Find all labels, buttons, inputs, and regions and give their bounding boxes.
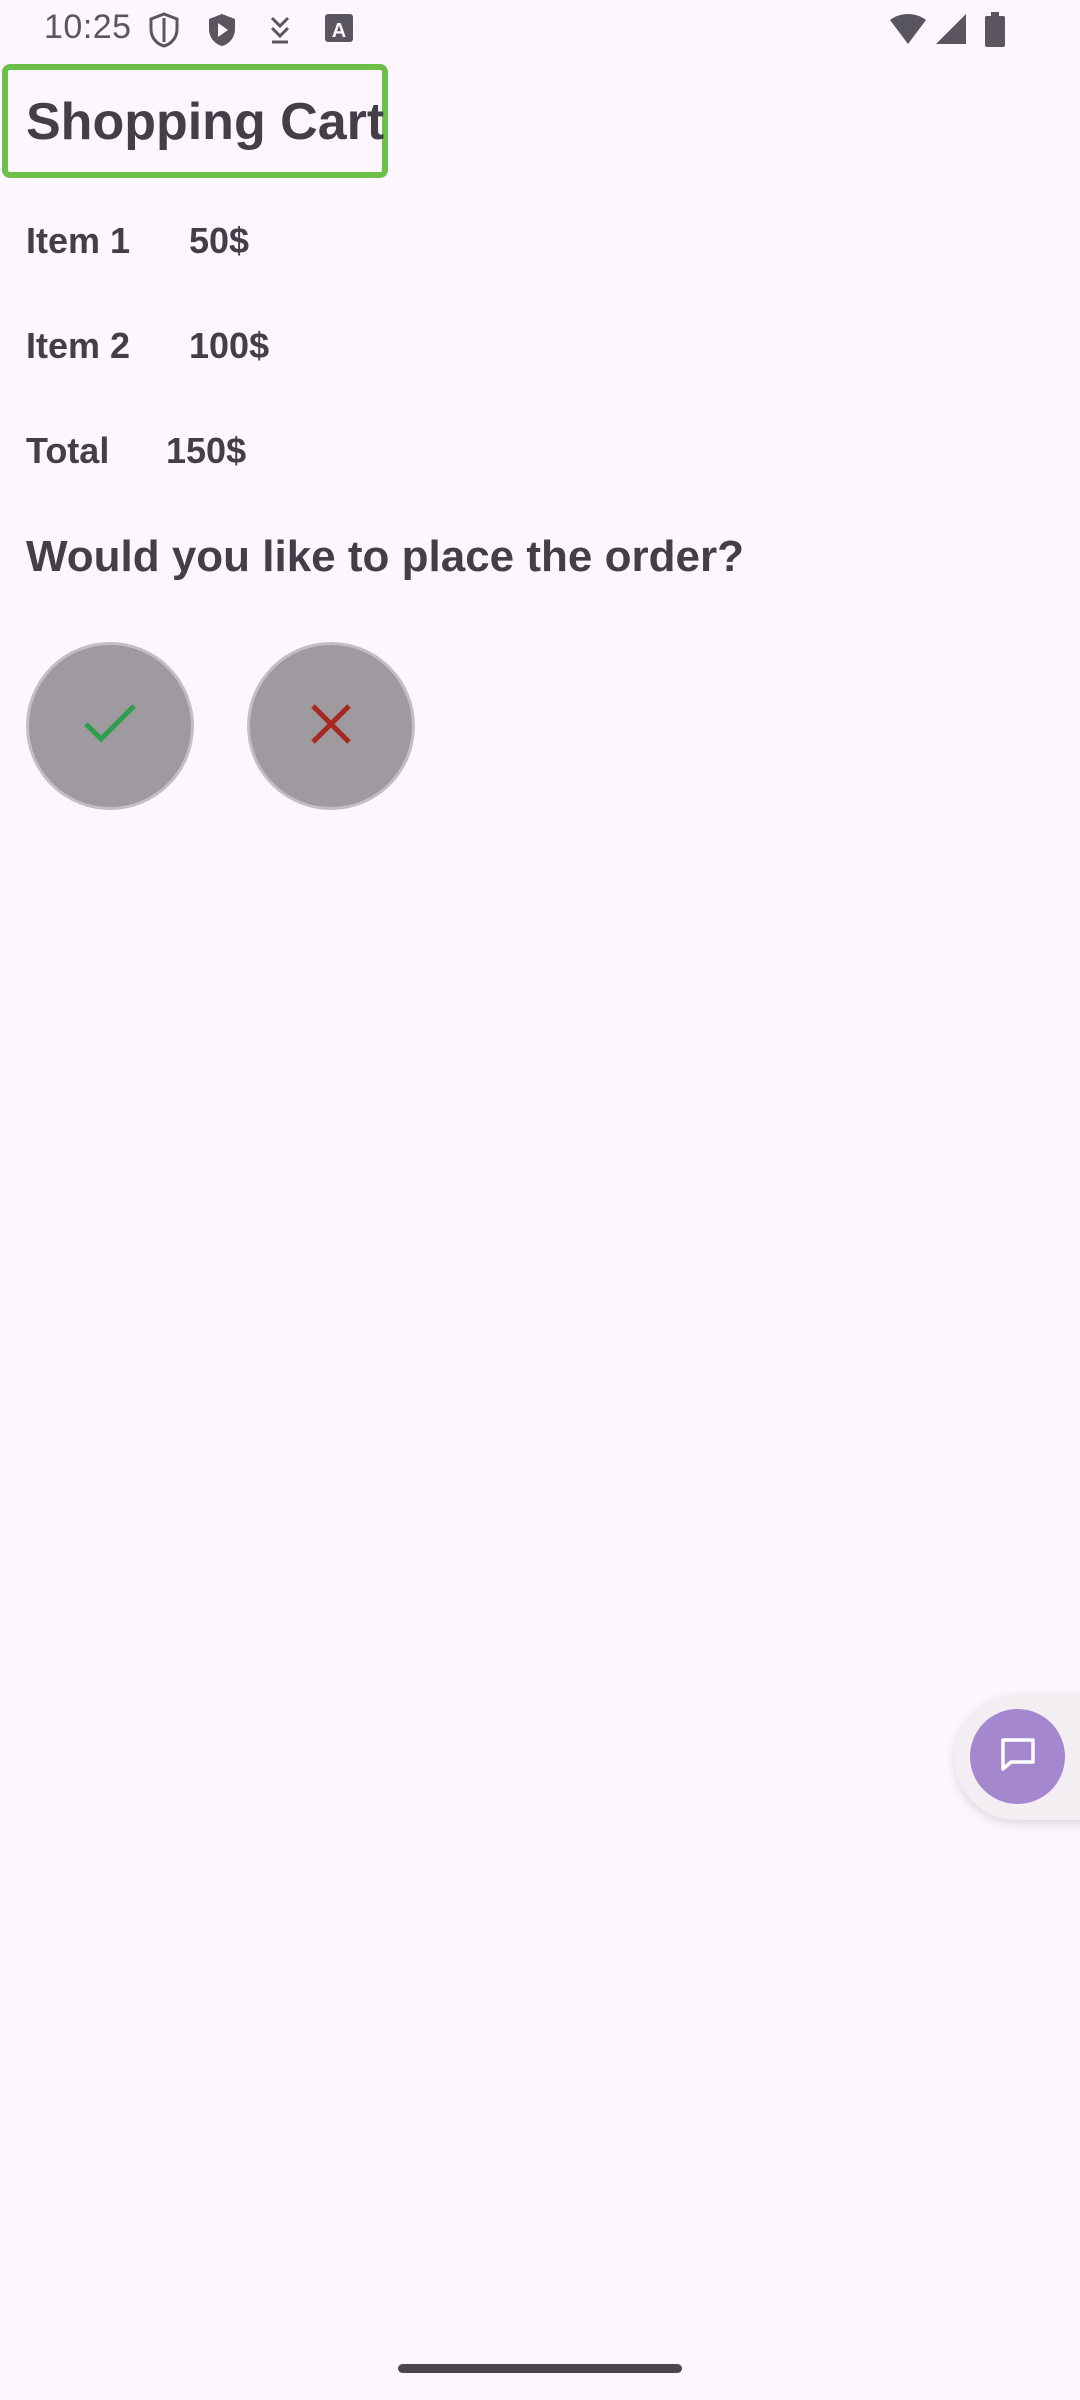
status-bar: 10:25 A: [0, 0, 1080, 60]
total-price: 150$: [166, 430, 247, 471]
confirm-order-button[interactable]: [26, 642, 194, 810]
cancel-order-button[interactable]: [247, 642, 415, 810]
order-question: Would you like to place the order?: [26, 532, 744, 581]
battery-icon: [984, 12, 1006, 53]
wifi-icon: [888, 12, 928, 51]
shield-outline-icon: [148, 12, 180, 53]
chat-icon: [998, 1734, 1038, 1779]
download-arrow-icon: [266, 12, 294, 53]
cell-signal-icon: [934, 12, 968, 51]
cart-item-row: Item 1 50$: [26, 220, 249, 262]
item-label: Item 2: [26, 325, 131, 366]
page-title: Shopping Cart: [26, 93, 385, 151]
app-screen: 10:25 A Shopping Cart Item 1 50$ Item 2 …: [0, 0, 1080, 2400]
total-label: Total: [26, 430, 110, 471]
svg-text:A: A: [332, 20, 346, 42]
check-icon: [82, 702, 138, 751]
item-label: Item 1: [26, 220, 131, 261]
status-time: 10:25: [44, 8, 132, 46]
item-price: 50$: [189, 220, 250, 261]
font-a-icon: A: [324, 12, 354, 49]
home-indicator[interactable]: [398, 2364, 682, 2373]
close-icon: [309, 702, 353, 751]
cart-item-row: Item 2 100$: [26, 325, 269, 367]
cart-total-row: Total 150$: [26, 430, 246, 472]
chat-fab-button[interactable]: [970, 1709, 1065, 1804]
item-price: 100$: [189, 325, 270, 366]
play-shield-icon: [206, 12, 238, 53]
